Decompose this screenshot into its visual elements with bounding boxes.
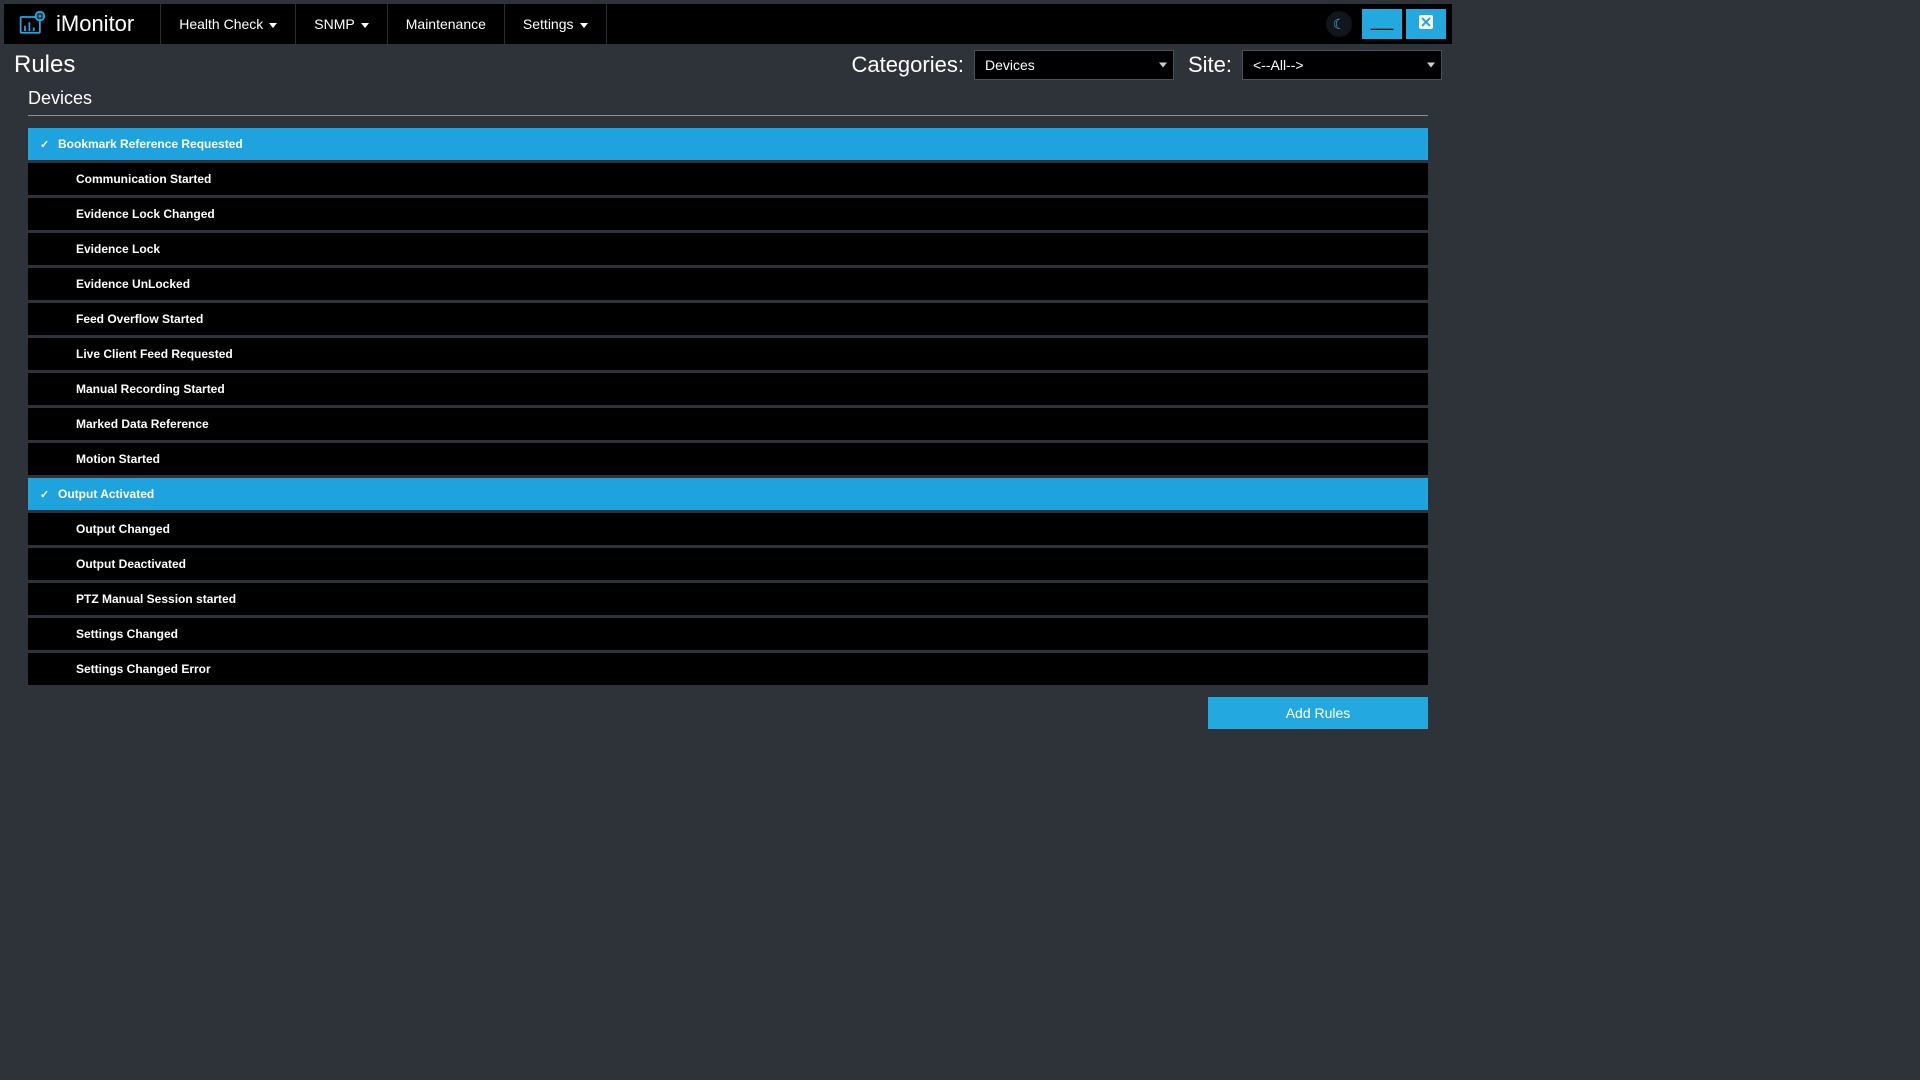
nav-item-label: Settings: [523, 16, 574, 32]
rule-row[interactable]: ✓Manual Recording Started: [28, 373, 1428, 405]
app-title: iMonitor: [56, 11, 134, 37]
filter-bar: Rules Categories: Devices Site: <--All--…: [0, 44, 1456, 84]
rule-label: Settings Changed: [76, 627, 178, 641]
rule-label: PTZ Manual Session started: [76, 592, 236, 606]
site-select[interactable]: <--All-->: [1242, 50, 1442, 80]
rule-label: Live Client Feed Requested: [76, 347, 233, 361]
rule-label: Motion Started: [76, 452, 160, 466]
minimize-icon: __: [1371, 9, 1393, 32]
rule-row[interactable]: ✓Marked Data Reference: [28, 408, 1428, 440]
rule-row[interactable]: ✓Output Deactivated: [28, 548, 1428, 580]
nav-item-health-check[interactable]: Health Check: [160, 4, 295, 44]
nav-item-snmp[interactable]: SNMP: [295, 4, 386, 44]
rule-label: Output Deactivated: [76, 557, 186, 571]
rules-section: Devices ✓Bookmark Reference Requested✓Co…: [0, 84, 1456, 685]
rule-row[interactable]: ✓Settings Changed: [28, 618, 1428, 650]
close-icon: [1419, 15, 1433, 34]
categories-label: Categories:: [851, 52, 964, 78]
rule-label: Settings Changed Error: [76, 662, 211, 676]
rule-row[interactable]: ✓Evidence Lock Changed: [28, 198, 1428, 230]
rule-row[interactable]: ✓Live Client Feed Requested: [28, 338, 1428, 370]
rule-label: Bookmark Reference Requested: [58, 137, 243, 151]
chevron-down-icon: [1159, 63, 1167, 68]
brand: iMonitor: [18, 10, 160, 38]
check-icon: ✓: [40, 138, 52, 151]
nav-item-maintenance[interactable]: Maintenance: [387, 4, 504, 44]
nav-item-settings[interactable]: Settings: [504, 4, 607, 44]
section-title: Devices: [28, 88, 1428, 116]
rule-row[interactable]: ✓Communication Started: [28, 163, 1428, 195]
rule-label: Evidence UnLocked: [76, 277, 190, 291]
rule-row[interactable]: ✓Feed Overflow Started: [28, 303, 1428, 335]
rule-label: Evidence Lock: [76, 242, 160, 256]
nav-item-label: Health Check: [179, 16, 263, 32]
chevron-down-icon: [1427, 63, 1435, 68]
caret-down-icon: [361, 23, 369, 28]
rules-list: ✓Bookmark Reference Requested✓Communicat…: [28, 128, 1428, 685]
rule-label: Communication Started: [76, 172, 211, 186]
rule-label: Output Activated: [58, 487, 154, 501]
rule-row[interactable]: ✓ Output Activated: [28, 478, 1428, 510]
rule-row[interactable]: ✓Settings Changed Error: [28, 653, 1428, 685]
rule-label: Output Changed: [76, 522, 170, 536]
nav-items: Health Check SNMP Maintenance Settings: [160, 4, 606, 44]
categories-select[interactable]: Devices: [974, 50, 1174, 80]
rule-row[interactable]: ✓Output Changed: [28, 513, 1428, 545]
rule-label: Manual Recording Started: [76, 382, 225, 396]
caret-down-icon: [269, 23, 277, 28]
caret-down-icon: [580, 23, 588, 28]
window-controls: __: [1362, 9, 1446, 39]
close-button[interactable]: [1406, 9, 1446, 39]
nav-item-label: Maintenance: [406, 16, 486, 32]
page-title: Rules: [14, 51, 75, 79]
rule-row[interactable]: ✓Motion Started: [28, 443, 1428, 475]
check-icon: ✓: [40, 488, 52, 501]
actions-bar: Add Rules: [0, 685, 1456, 729]
rule-label: Evidence Lock Changed: [76, 207, 215, 221]
navbar: iMonitor Health Check SNMP Maintenance Sett…: [0, 0, 1456, 44]
add-rules-button[interactable]: Add Rules: [1208, 697, 1428, 729]
nav-item-label: SNMP: [314, 16, 354, 32]
minimize-button[interactable]: __: [1362, 9, 1402, 39]
categories-select-value: Devices: [985, 57, 1035, 73]
moon-icon: ☾: [1333, 16, 1346, 33]
app-logo-icon: [18, 10, 46, 38]
rule-row[interactable]: ✓Evidence UnLocked: [28, 268, 1428, 300]
rule-label: Feed Overflow Started: [76, 312, 203, 326]
site-label: Site:: [1188, 52, 1232, 78]
rule-row[interactable]: ✓Evidence Lock: [28, 233, 1428, 265]
rule-row[interactable]: ✓ Bookmark Reference Requested: [28, 128, 1428, 160]
rule-label: Marked Data Reference: [76, 417, 209, 431]
theme-toggle[interactable]: ☾: [1326, 11, 1352, 37]
site-select-value: <--All-->: [1253, 57, 1304, 73]
rule-row[interactable]: ✓PTZ Manual Session started: [28, 583, 1428, 615]
